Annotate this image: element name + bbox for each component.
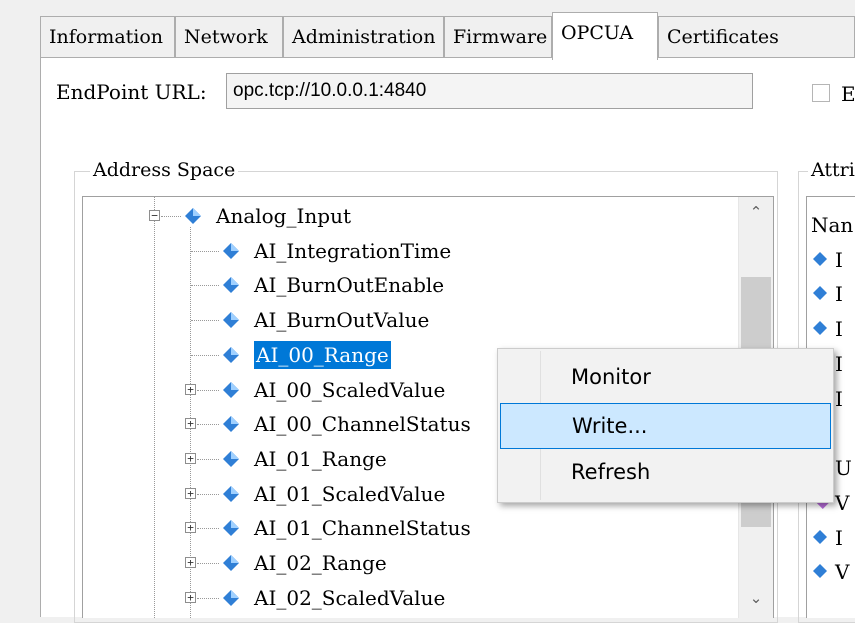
tree-connector [161,216,181,217]
collapse-icon[interactable]: − [149,210,160,221]
variable-icon [813,252,827,266]
tree-node-label: AI_02_Range [254,551,387,575]
attribute-name: I [835,352,843,376]
tree-node-label: AI_01_ChannelStatus [254,516,471,540]
expand-icon[interactable]: + [185,592,196,603]
variable-icon [813,530,827,544]
scroll-up-arrow-icon[interactable]: ⌃ [739,203,773,221]
tab-label: Administration [292,26,436,48]
variable-icon [223,590,239,606]
tree-connector [191,251,219,252]
endpoint-url-field[interactable]: opc.tcp://10.0.0.1:4840 [226,73,753,109]
variable-icon [223,243,239,259]
tree-node-label: AI_00_ScaledValue [254,378,446,402]
attribute-name: I [835,282,843,306]
tab-firmware[interactable]: Firmware [444,16,552,58]
expand-icon[interactable]: + [185,557,196,568]
tree-node-label: AI_IntegrationTime [254,239,452,263]
attribute-name: U [835,456,852,480]
variable-icon [223,520,239,536]
attribute-name: I [835,387,843,411]
expand-icon[interactable]: + [185,453,196,464]
tree-connector [197,459,219,460]
tree-node-label: AI_02_ScaledValue [254,586,446,610]
tree-connector [191,355,219,356]
tab-opcua[interactable]: OPCUA [552,12,658,60]
tree-node-label: AI_00_ChannelStatus [254,412,471,436]
variable-icon [223,277,239,293]
tab-label: OPCUA [561,22,634,44]
tree-connector [197,598,219,599]
tree-node-label: AI_00_Range [254,341,391,369]
enable-checkbox[interactable] [812,84,830,102]
tree-connector [154,197,155,618]
variable-icon [223,555,239,571]
tab-information[interactable]: Information [40,16,175,58]
tree-connector [197,563,219,564]
tab-administration[interactable]: Administration [283,16,444,58]
variable-icon [223,416,239,432]
tree-connector [197,494,219,495]
menu-item-write[interactable]: Write... [500,403,831,449]
menu-item-monitor[interactable]: Monitor [500,355,831,401]
variable-icon [223,451,239,467]
tree-node-label: Analog_Input [216,204,351,228]
tree-node-label: AI_01_ScaledValue [254,482,446,506]
attribute-name: V [835,491,850,515]
tab-label: Certificates [667,26,779,48]
tree-node-label: AI_01_Range [254,447,387,471]
variable-icon [813,286,827,300]
tab-network[interactable]: Network [175,16,283,58]
tree-connector [197,528,219,529]
variable-icon [185,208,201,224]
menu-item-label: Write... [572,414,648,438]
tree-node-label: AI_BurnOutEnable [254,273,445,297]
variable-icon [223,486,239,502]
tab-label: Network [184,26,268,48]
enable-checkbox-label: En [841,82,855,106]
attributes-title: Attri [808,159,855,181]
variable-icon [813,564,827,578]
address-space-title: Address Space [90,159,239,181]
attribute-name: V [835,560,850,584]
tab-label: Firmware [453,26,548,48]
tree-connector [197,390,219,391]
tree-node-label: AI_BurnOutValue [254,308,430,332]
tab-certificates[interactable]: Certificates [658,16,855,58]
attribute-name: I [835,317,843,341]
variable-icon [223,312,239,328]
menu-item-label: Monitor [571,365,651,389]
tab-label: Information [49,26,164,48]
tree-connector [191,285,219,286]
variable-icon [223,382,239,398]
expand-icon[interactable]: + [185,418,196,429]
expand-icon[interactable]: + [185,522,196,533]
scroll-down-arrow-icon[interactable]: ⌄ [739,589,773,607]
attributes-header: Nan [811,213,854,237]
tree-connector [191,320,219,321]
tree-connector [197,424,219,425]
menu-item-refresh[interactable]: Refresh [500,450,831,496]
attribute-name: I [835,248,843,272]
variable-icon [813,321,827,335]
variable-icon [223,347,239,363]
menu-item-label: Refresh [571,460,651,484]
expand-icon[interactable]: + [185,488,196,499]
attribute-name: I [835,526,843,550]
expand-icon[interactable]: + [185,384,196,395]
endpoint-url-label: EndPoint URL: [56,80,207,104]
context-menu: Monitor Write... Refresh [497,348,834,503]
